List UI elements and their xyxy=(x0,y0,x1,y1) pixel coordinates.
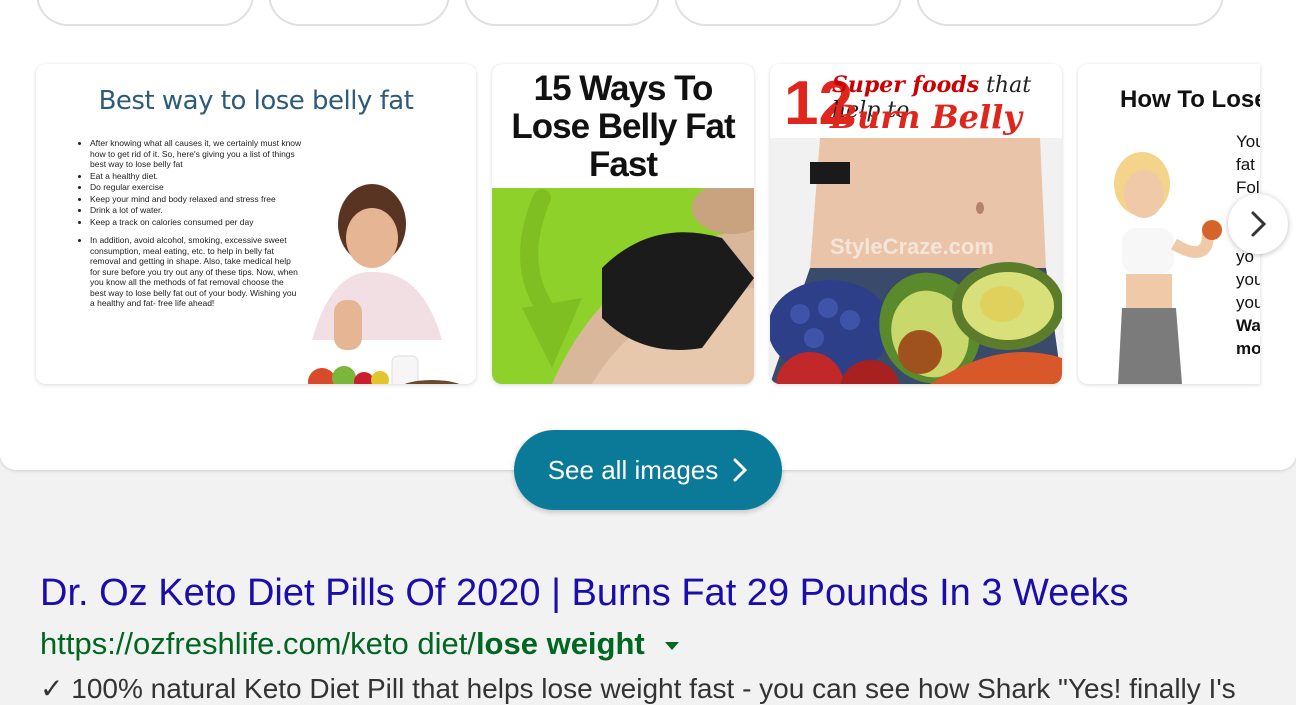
result-url-bold: lose weight xyxy=(475,626,645,661)
image-title: 15 Ways To Lose Belly Fat Fast xyxy=(511,69,735,184)
see-all-images-label: See all images xyxy=(547,454,719,485)
result-url-path: https://ozfreshlife.com/keto diet/ xyxy=(40,626,476,661)
image-watermark: StyleCraze.com xyxy=(830,234,994,259)
image-subtitle-emphasis: Super foods xyxy=(832,72,980,98)
triangle-down-icon[interactable] xyxy=(663,640,681,652)
chevron-right-icon xyxy=(1251,211,1267,237)
list-item: Keep a track on calories consumed per da… xyxy=(90,217,302,228)
see-all-images-button[interactable]: See all images xyxy=(514,430,782,510)
related-chip[interactable] xyxy=(36,0,254,26)
woman-with-food-illustration xyxy=(308,184,460,384)
list-item: In addition, avoid alcohol, smoking, exc… xyxy=(90,235,302,309)
image-title: Best way to lose belly fat xyxy=(98,86,414,116)
list-item: Do regular exercise xyxy=(90,182,302,193)
list-item: After knowing what all causes it, we cer… xyxy=(90,138,302,170)
image-result-belly-fat-tips[interactable]: Best way to lose belly fat After knowing… xyxy=(36,64,476,384)
image-text-line: Wa xyxy=(1236,316,1260,335)
belly-and-foods-photo xyxy=(770,138,1062,384)
image-text-line: mo xyxy=(1236,339,1260,358)
image-text-line: you xyxy=(1236,293,1260,312)
image-text-line: you xyxy=(1236,270,1260,289)
result-snippet: ✓ 100% natural Keto Diet Pill that helps… xyxy=(40,673,1236,704)
related-chip[interactable] xyxy=(268,0,450,26)
image-text-line: fat xyxy=(1236,155,1255,174)
images-next-button[interactable] xyxy=(1228,194,1288,254)
related-chip[interactable] xyxy=(674,0,902,26)
image-text-line: You xyxy=(1236,132,1260,151)
result-url[interactable]: https://ozfreshlife.com/keto diet/lose w… xyxy=(40,626,681,662)
related-chip[interactable] xyxy=(916,0,1224,26)
list-item: Drink a lot of water. xyxy=(90,205,302,216)
image-result-12-superfoods[interactable]: 12 Super foods that help to Burn Belly F… xyxy=(770,64,1062,384)
list-item: Keep your mind and body relaxed and stre… xyxy=(90,194,302,205)
woman-with-apple-photo xyxy=(1114,152,1222,384)
list-item: Eat a healthy diet. xyxy=(90,171,302,182)
related-chip[interactable] xyxy=(464,0,660,26)
abs-workout-photo xyxy=(520,188,754,384)
chevron-right-icon xyxy=(733,458,748,482)
image-bullet-list: After knowing what all causes it, we cer… xyxy=(78,138,302,310)
result-title-link[interactable]: Dr. Oz Keto Diet Pills Of 2020 | Burns F… xyxy=(40,572,1128,615)
image-title: How To Lose xyxy=(1120,86,1260,113)
image-result-15-ways[interactable]: 15 Ways To Lose Belly Fat Fast xyxy=(492,64,754,384)
